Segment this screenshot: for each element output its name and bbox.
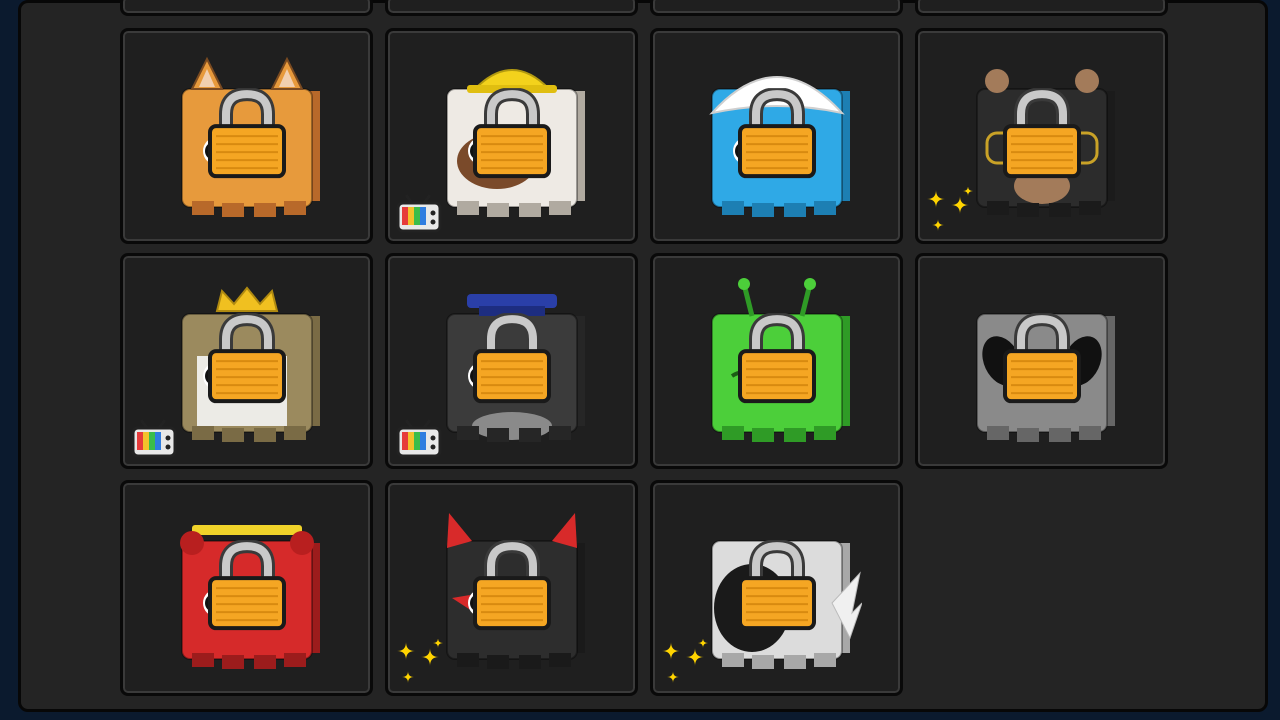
padlock-icon [1001,87,1083,180]
pet-grid [120,0,1170,720]
tv-icon [131,418,177,460]
padlock-icon [206,539,288,632]
tv-icon [396,193,442,235]
padlock-icon [471,539,553,632]
pet-slot-angel-hood[interactable] [650,480,903,696]
pet-slot-red-demon[interactable] [120,480,373,696]
pet-slot-dark-demon[interactable] [385,480,638,696]
pet-slot-green-bug[interactable] [650,253,903,469]
pet-slot-partial[interactable] [120,0,373,16]
padlock-icon [736,312,818,405]
tv-icon [396,418,442,460]
sparkle-icon [396,638,446,687]
pet-slot-partial[interactable] [650,0,903,16]
padlock-icon [471,87,553,180]
pet-slot-raccoon-hardhat[interactable] [385,28,638,244]
padlock-icon [736,539,818,632]
pet-slot-king-bird[interactable] [120,253,373,469]
pet-slot-fox[interactable] [120,28,373,244]
pet-slot-alien[interactable] [915,253,1168,469]
pet-slot-partial[interactable] [915,0,1168,16]
sparkle-icon [926,186,976,235]
sparkle-icon [661,638,711,687]
padlock-icon [736,87,818,180]
padlock-icon [1001,312,1083,405]
pet-slot-partial[interactable] [385,0,638,16]
padlock-icon [471,312,553,405]
padlock-icon [206,87,288,180]
pet-slot-police-raccoon[interactable] [385,253,638,469]
padlock-icon [206,312,288,405]
pet-slot-blue-cat-wizard[interactable] [650,28,903,244]
pet-slot-black-bear-glasses[interactable] [915,28,1168,244]
